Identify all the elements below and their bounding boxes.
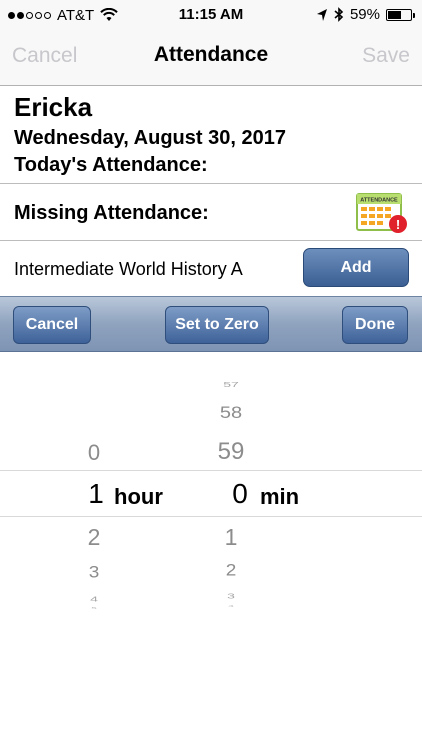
nav-save-button[interactable]: Save [362,44,410,68]
hour-option[interactable]: 4 [64,595,124,604]
duration-picker[interactable]: 0 1 hour 2 3 4 5 57 58 59 0 min 1 2 3 4 [0,352,422,750]
set-to-zero-button[interactable]: Set to Zero [165,306,269,344]
hour-option[interactable]: 0 [64,440,124,466]
picker-toolbar: Cancel Set to Zero Done [0,296,422,352]
attendance-date: Wednesday, August 30, 2017 [14,127,286,149]
hour-unit-label: hour [114,484,163,509]
bluetooth-icon [334,7,344,22]
minute-option[interactable]: 4 [200,605,262,608]
selected-minute[interactable]: 0 [226,478,254,510]
missing-attendance-row[interactable]: Missing Attendance: ATTENDANCE ! [0,184,422,241]
battery-fill [388,10,401,19]
attendance-icon-text: ATTENDANCE [360,198,398,204]
minute-option[interactable]: 58 [200,404,262,424]
hour-option[interactable]: 5 [64,607,124,610]
minute-option[interactable]: 59 [200,438,262,466]
minute-option[interactable]: 1 [200,524,262,551]
attendance-calendar-icon[interactable]: ATTENDANCE ! [356,192,408,234]
add-button[interactable]: Add [303,248,409,287]
picker-selection-band [0,470,422,517]
navigation-bar: Cancel Attendance Save [0,30,422,86]
minute-option[interactable]: 57 [200,380,262,389]
battery-icon [386,8,415,21]
status-right: 59% [316,6,415,23]
nav-title: Attendance [153,43,269,66]
selected-hour[interactable]: 1 [84,478,108,510]
todays-attendance-label: Today's Attendance: [14,154,208,176]
minute-option[interactable]: 3 [200,592,262,601]
battery-percent: 59% [349,6,380,23]
minute-unit-label: min [260,484,300,509]
attendance-icon-badge: ! [396,217,400,232]
student-header: Ericka Wednesday, August 30, 2017 Today'… [0,86,422,184]
status-bar: AT&T 11:15 AM 59% [0,0,422,30]
hour-option[interactable]: 2 [64,524,124,551]
done-button[interactable]: Done [342,306,408,344]
location-arrow-icon [316,8,327,21]
class-name: Intermediate World History A [14,259,243,279]
toolbar-cancel-button[interactable]: Cancel [13,306,91,344]
minute-option[interactable]: 2 [200,562,262,581]
hour-option[interactable]: 3 [64,564,124,583]
missing-attendance-label: Missing Attendance: [14,202,209,224]
student-name: Ericka [14,92,93,122]
